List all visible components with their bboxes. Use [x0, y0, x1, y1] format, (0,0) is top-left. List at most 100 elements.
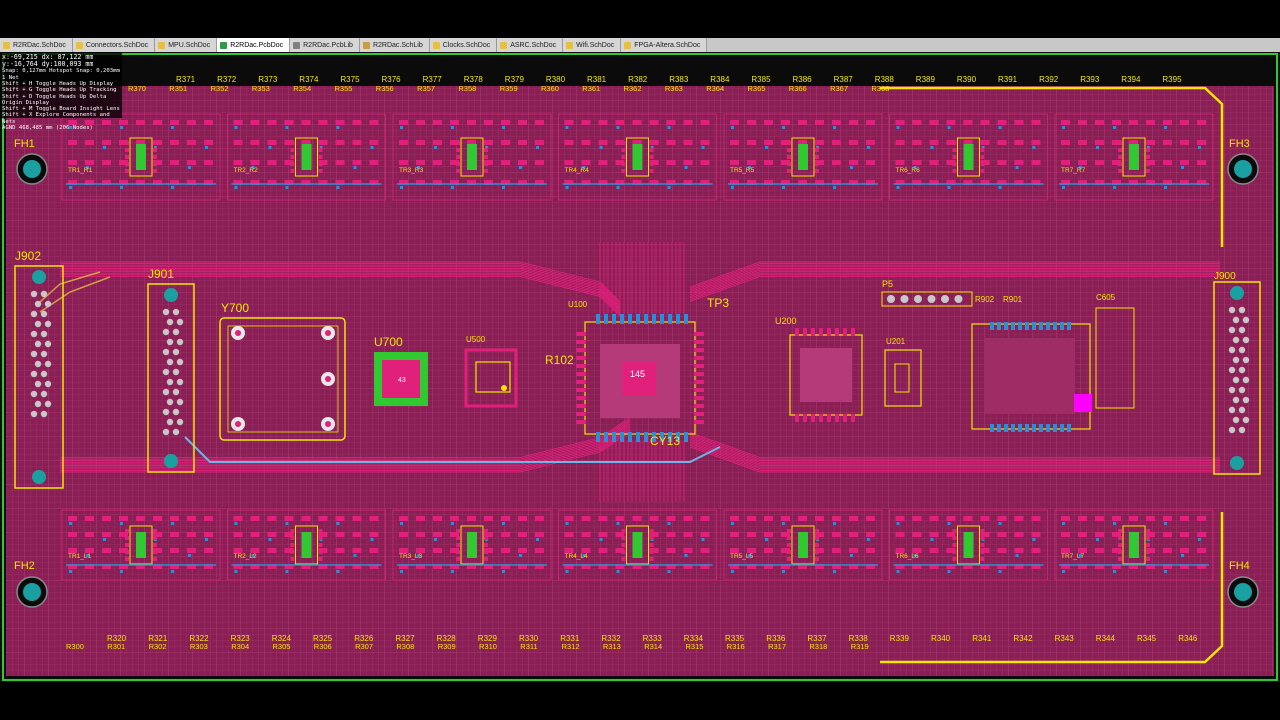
via-pad [616, 126, 620, 129]
connector-j901-pin [166, 318, 174, 326]
opamp-pin [1118, 529, 1122, 533]
smd-pad [535, 548, 544, 553]
smd-pad [997, 120, 1007, 125]
connector-j900-pin [1228, 386, 1236, 394]
chip-u100-pin [576, 364, 586, 368]
smd-pad [85, 532, 94, 537]
tab-clocks-schdoc[interactable]: Clocks.SchDoc [429, 38, 498, 52]
smd-pad [1095, 516, 1104, 521]
connector-j900-pin [1242, 316, 1250, 324]
smd-pad [535, 140, 544, 145]
via-pad [536, 146, 539, 149]
via-pad [1062, 186, 1065, 189]
opamp-pin [952, 141, 957, 145]
connector-j900-pin [1238, 326, 1246, 334]
crystal-drill [235, 330, 241, 336]
tab-fpga-altera-schdoc[interactable]: FPGA-Altera.SchDoc [621, 38, 708, 52]
pcb-editor-canvas[interactable]: TR1_R1 TR2_R2 TR3_R3 TR4_R4 TR5_R5 TR6_R6 TR7_… [0, 52, 1280, 682]
channel-label: TR3_R3 [399, 167, 424, 174]
tab-r2rdac-pcbdoc[interactable]: R2RDac.PcbDoc [217, 38, 291, 52]
capacitor-cy13-label: CY13 [650, 434, 680, 448]
designator-top-2: R354 [293, 84, 311, 93]
tab-connectors-schdoc[interactable]: Connectors.SchDoc [72, 38, 156, 52]
connector-j902-pin [40, 310, 48, 318]
header-p5-pin [914, 295, 922, 303]
smd-pad [518, 160, 527, 165]
designator-bottom-2: R312 [562, 642, 580, 651]
opamp-pin [621, 536, 626, 540]
designator-top: R394 [1121, 75, 1141, 84]
tab-r2rdac-schdoc[interactable]: R2RDac.SchDoc [0, 38, 73, 52]
opamp-pin [1118, 543, 1122, 547]
module-wifi-pin [1011, 322, 1015, 330]
smd-pad [997, 160, 1007, 165]
smd-pad [187, 532, 196, 537]
connector-j901-pin [162, 348, 170, 356]
smd-pad [1061, 140, 1070, 145]
opamp-pin [980, 557, 985, 561]
pcb-layout-view[interactable]: TR1_R1 TR2_R2 TR3_R3 TR4_R4 TR5_R5 TR6_R6 TR7_… [0, 52, 1280, 682]
via-pad [188, 166, 191, 169]
smd-pad [666, 532, 676, 537]
connector-j901-pin [172, 308, 180, 316]
via-pad [285, 126, 289, 129]
designator-bottom-2: R318 [809, 642, 827, 651]
chip-u200-pin [827, 414, 831, 422]
smd-pad [250, 532, 260, 537]
smd-pad [233, 140, 243, 145]
tab-r2rdac-schlib[interactable]: R2RDac.SchLib [359, 38, 430, 52]
opamp-pin [787, 529, 791, 533]
chip-u200-pin [851, 328, 855, 336]
tab-label: Connectors.SchDoc [85, 41, 149, 49]
designator-top: R373 [258, 75, 278, 84]
chip-u100-pin [612, 432, 616, 442]
tab-r2rdac-pcblib[interactable]: R2RDac.PcbLib [290, 38, 360, 52]
tab-label: Clocks.SchDoc [442, 41, 491, 49]
designator-bottom-2: R314 [644, 642, 662, 651]
smd-pad [929, 140, 939, 145]
opamp-pin [456, 550, 460, 554]
smd-pad [433, 140, 442, 145]
smd-pad [895, 140, 905, 145]
connector-j902-pin [34, 360, 42, 368]
module-wifi-pin [1067, 322, 1071, 330]
smd-pad [187, 548, 196, 553]
designator-top: R388 [875, 75, 895, 84]
opamp-pin [649, 169, 654, 173]
opamp-pin [153, 550, 157, 554]
via-pad [336, 570, 340, 573]
schematic-icon [432, 41, 440, 49]
smd-pad [798, 120, 807, 125]
via-pad [1015, 554, 1019, 557]
via-pad [565, 570, 569, 573]
module-wifi-pin [1046, 424, 1050, 432]
designator-bottom-2: R301 [107, 642, 125, 651]
connector-j901-pin [166, 338, 174, 346]
via-pad [1062, 570, 1065, 573]
opamp-pad [467, 144, 477, 170]
smd-pad [649, 120, 659, 125]
via-pad [616, 522, 620, 525]
designator-bottom: R343 [1055, 634, 1075, 643]
opamp-pin [1118, 169, 1122, 173]
opamp-pin [1118, 155, 1122, 159]
designator-bottom-2: R304 [231, 642, 249, 651]
via-pad [782, 522, 785, 525]
smd-pad [764, 140, 773, 145]
connector-j902-pin [40, 390, 48, 398]
tab-mpu-schdoc[interactable]: MPU.SchDoc [155, 38, 218, 52]
crystal-drill [325, 376, 331, 382]
opamp-pin [787, 141, 791, 145]
mount-hole-drill [23, 583, 41, 601]
chip-u200-pin [851, 414, 855, 422]
smd-pad [535, 516, 544, 521]
opamp-pin [484, 141, 488, 145]
tab-wifi-schdoc[interactable]: Wifi.SchDoc [563, 38, 622, 52]
designator-top-2: R363 [665, 84, 683, 93]
connector-j901-pin [166, 418, 174, 426]
via-pad [234, 522, 238, 525]
smd-pad [849, 548, 858, 553]
smd-pad [1078, 160, 1087, 165]
smd-pad [352, 160, 362, 165]
tab-asrc-schdoc[interactable]: ASRC.SchDoc [497, 38, 564, 52]
